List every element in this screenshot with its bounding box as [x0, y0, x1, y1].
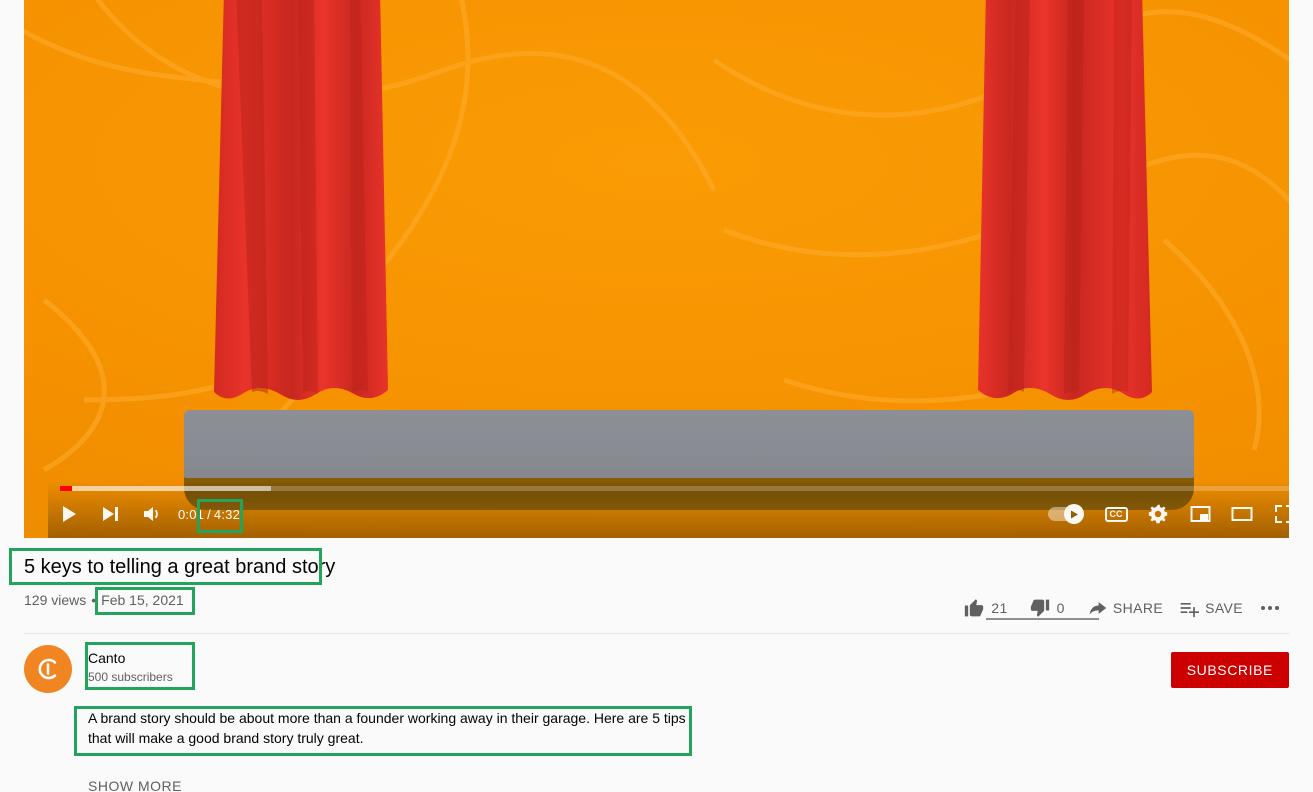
miniplayer-icon[interactable] — [1179, 490, 1221, 538]
subscriber-count: 500 subscribers — [88, 670, 173, 684]
current-time: 0:01 — [178, 506, 205, 522]
page-title: 5 keys to telling a great brand story — [24, 556, 336, 578]
autoplay-switch-track[interactable] — [1048, 504, 1084, 524]
save-label: SAVE — [1205, 600, 1243, 616]
share-label: SHARE — [1112, 600, 1164, 616]
like-ratio-bar — [986, 618, 1099, 620]
time-display: 0:01 / 4:32 — [178, 507, 240, 522]
fullscreen-icon[interactable] — [1263, 490, 1289, 538]
video-action-buttons: 21 0 SHARE SAVE — [956, 590, 1289, 626]
meta-divider — [24, 633, 1289, 634]
settings-gear-icon[interactable] — [1137, 490, 1179, 538]
autoplay-switch-knob — [1064, 504, 1084, 524]
left-curtain — [202, 0, 402, 430]
dislike-count: 0 — [1056, 600, 1065, 616]
player-buttons-row: 0:01 / 4:32 CC — [48, 490, 1289, 538]
more-actions-button[interactable] — [1251, 590, 1289, 626]
video-player[interactable]: 0:01 / 4:32 CC — [24, 0, 1289, 538]
next-video-icon[interactable] — [90, 490, 132, 538]
play-icon[interactable] — [48, 490, 90, 538]
volume-icon[interactable] — [132, 490, 174, 538]
save-button[interactable]: SAVE — [1171, 590, 1251, 626]
video-description: A brand story should be about more than … — [88, 710, 686, 746]
video-frame-stage-scene — [24, 0, 1289, 538]
publish-date: Feb 15, 2021 — [101, 592, 184, 608]
captions-label: CC — [1104, 506, 1128, 522]
theater-mode-icon[interactable] — [1221, 490, 1263, 538]
avatar[interactable] — [24, 645, 72, 693]
view-count-and-date: 129 views • Feb 15, 2021 — [24, 592, 184, 608]
meta-separator: • — [91, 592, 97, 608]
subscribe-button[interactable]: SUBSCRIBE — [1170, 652, 1289, 688]
captions-icon[interactable]: CC — [1095, 490, 1137, 538]
like-button[interactable]: 21 — [956, 590, 1021, 626]
channel-name[interactable]: Canto — [88, 649, 173, 667]
video-meta-row: 129 views • Feb 15, 2021 21 0 SHARE SAVE — [24, 590, 1289, 630]
show-more-button[interactable]: SHOW MORE — [88, 778, 182, 792]
time-separator: / — [207, 506, 211, 522]
player-controls-bar[interactable]: 0:01 / 4:32 CC — [48, 480, 1289, 538]
canto-logo-icon — [38, 658, 57, 680]
share-button[interactable]: SHARE — [1079, 590, 1171, 626]
like-count: 21 — [991, 600, 1008, 616]
autoplay-toggle[interactable] — [1037, 490, 1095, 538]
view-count: 129 views — [24, 592, 87, 608]
right-curtain — [964, 0, 1164, 430]
like-ratio-fill — [986, 618, 1099, 620]
dislike-button[interactable]: 0 — [1022, 590, 1079, 626]
channel-info[interactable]: Canto 500 subscribers — [88, 649, 173, 686]
youtube-watch-page: 0:01 / 4:32 CC 5 keys to telling a great… — [0, 0, 1313, 792]
video-duration: 4:32 — [213, 506, 241, 522]
